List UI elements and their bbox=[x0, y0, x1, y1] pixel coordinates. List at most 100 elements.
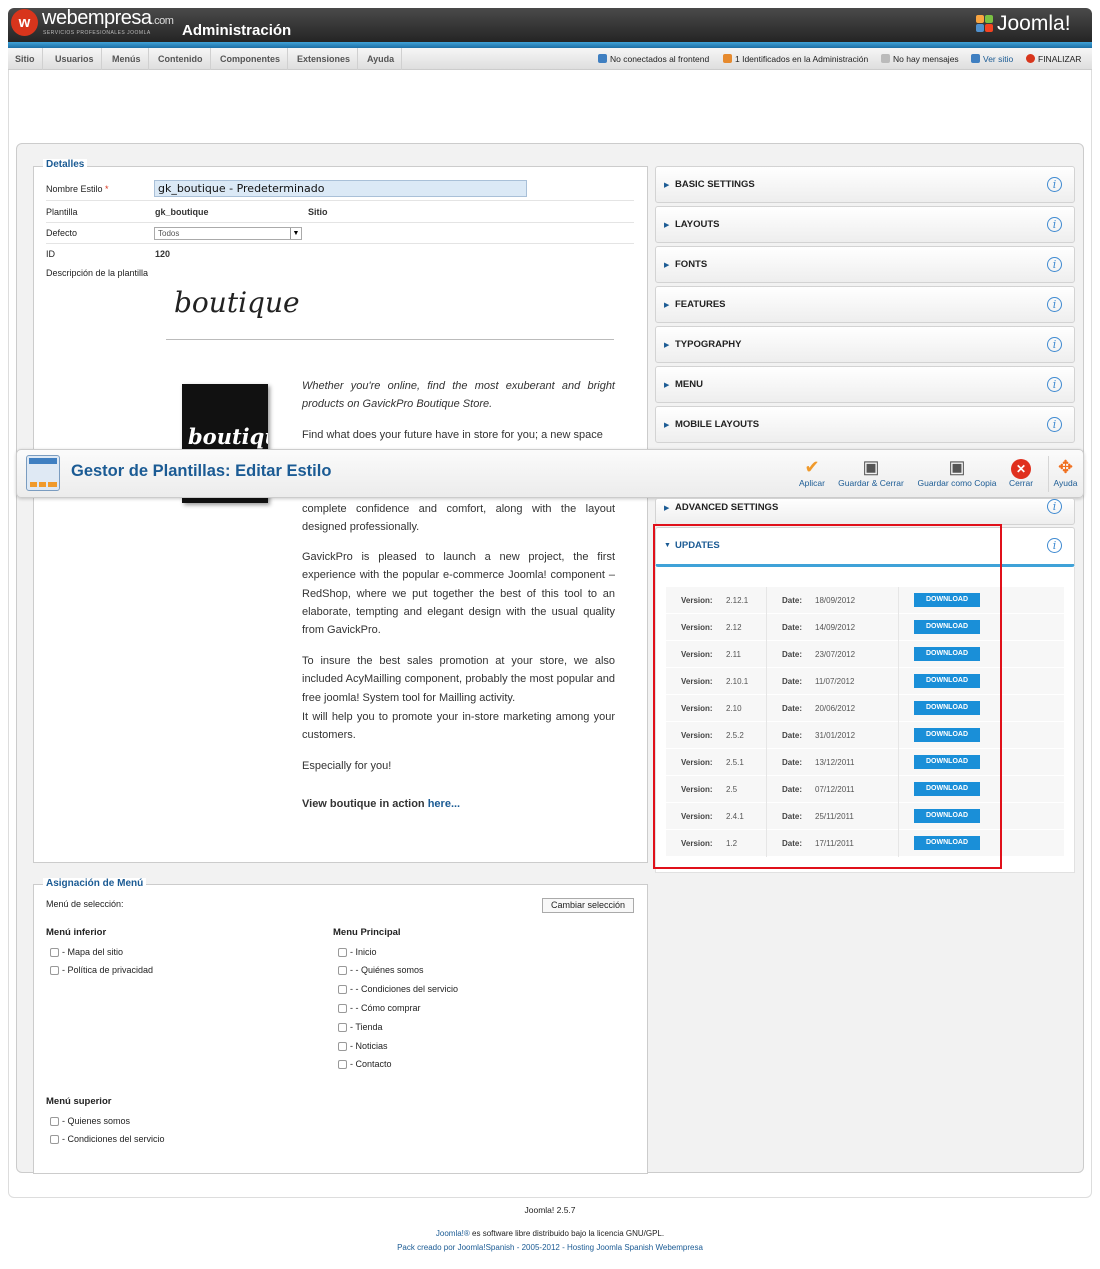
default-label: Defecto bbox=[46, 228, 78, 238]
logout-icon bbox=[1026, 54, 1035, 63]
menu-checkbox[interactable]: - Política de privacidad bbox=[50, 965, 153, 975]
description-paragraph: complete confidence and comfort, along w… bbox=[302, 503, 615, 534]
description-rule bbox=[166, 339, 614, 340]
description-label: Descripción de la plantilla bbox=[46, 268, 149, 278]
id-value: 120 bbox=[155, 249, 171, 259]
menu-checkbox[interactable]: - Condiciones del servicio bbox=[50, 1134, 165, 1144]
menu-usuarios[interactable]: Usuarios bbox=[48, 48, 102, 70]
save-close-icon: ▣ bbox=[862, 457, 880, 477]
panel-mobile-layouts[interactable]: ▶ MOBILE LAYOUTS i bbox=[655, 406, 1075, 443]
info-icon[interactable]: i bbox=[1047, 417, 1062, 432]
expand-arrow-icon: ▶ bbox=[664, 505, 670, 512]
joomla-mark-icon bbox=[976, 15, 994, 33]
panel-features[interactable]: ▶ FEATURES i bbox=[655, 286, 1075, 323]
chevron-down-icon: ▼ bbox=[290, 228, 301, 239]
menu-checkbox[interactable]: - Inicio bbox=[338, 947, 377, 957]
info-icon[interactable]: i bbox=[1047, 257, 1062, 272]
close-button[interactable]: ✕ Cerrar bbox=[1006, 456, 1036, 492]
menu-checkbox[interactable]: - Quienes somos bbox=[50, 1116, 130, 1126]
default-select[interactable]: Todos ▼ bbox=[154, 227, 302, 240]
brand-logo[interactable]: webempresa.com bbox=[42, 7, 174, 30]
id-label: ID bbox=[46, 249, 55, 259]
expand-arrow-icon: ▶ bbox=[664, 422, 670, 429]
menu-checkbox[interactable]: - Contacto bbox=[338, 1059, 392, 1069]
menu-contenido[interactable]: Contenido bbox=[151, 48, 211, 70]
view-site-link[interactable]: Ver sitio bbox=[971, 48, 1013, 70]
page-title: Administración bbox=[182, 22, 292, 39]
highlight-box bbox=[653, 524, 1002, 869]
panel-typography[interactable]: ▶ TYPOGRAPHY i bbox=[655, 326, 1075, 363]
description-paragraph: Find what does your future have in store… bbox=[302, 429, 603, 441]
expand-arrow-icon: ▶ bbox=[664, 342, 670, 349]
save-copy-icon: ▣ bbox=[948, 457, 966, 477]
expand-arrow-icon: ▶ bbox=[664, 382, 670, 389]
menu-checkbox[interactable]: - - Quiénes somos bbox=[338, 965, 424, 975]
message-icon bbox=[881, 54, 890, 63]
info-icon[interactable]: i bbox=[1047, 297, 1062, 312]
template-label: Plantilla bbox=[46, 207, 78, 217]
menu-principal-heading: Menu Principal bbox=[333, 927, 401, 938]
menu-componentes[interactable]: Componentes bbox=[213, 48, 289, 70]
menu-extensiones[interactable]: Extensiones bbox=[290, 48, 359, 70]
template-manager-icon bbox=[26, 455, 60, 491]
status-messages[interactable]: No hay mensajes bbox=[881, 48, 959, 70]
client-value: Sitio bbox=[308, 207, 328, 217]
apply-checkmark-icon: ✔ bbox=[804, 457, 820, 477]
description-paragraph: To insure the best sales promotion at yo… bbox=[302, 655, 615, 704]
style-name-label: Nombre Estilo * bbox=[46, 184, 109, 194]
description-paragraph: It will help you to promote your in-stor… bbox=[302, 711, 615, 742]
menu-checkbox[interactable]: - Noticias bbox=[338, 1041, 388, 1051]
menu-checkbox[interactable]: - - Condiciones del servicio bbox=[338, 984, 458, 994]
help-button[interactable]: ✥ Ayuda bbox=[1048, 456, 1082, 492]
divider bbox=[46, 222, 634, 223]
footer-pack-link[interactable]: Pack creado por Joomla!Spanish - 2005-20… bbox=[0, 1243, 1100, 1252]
footer-version: Joomla! 2.5.7 bbox=[524, 1205, 576, 1215]
style-name-input[interactable]: gk_boutique - Predeterminado bbox=[154, 180, 527, 197]
menu-superior-heading: Menú superior bbox=[46, 1096, 112, 1107]
logout-link[interactable]: FINALIZAR bbox=[1026, 48, 1081, 70]
menu-menus[interactable]: Menús bbox=[105, 48, 149, 70]
panel-advanced-settings[interactable]: ▶ ADVANCED SETTINGS i bbox=[655, 498, 1075, 525]
status-frontend: No conectados al frontend bbox=[598, 48, 709, 70]
menu-sitio[interactable]: Sitio bbox=[8, 48, 43, 70]
info-icon[interactable]: i bbox=[1047, 217, 1062, 232]
divider bbox=[46, 243, 634, 244]
panel-fonts[interactable]: ▶ FONTS i bbox=[655, 246, 1075, 283]
view-here-link[interactable]: here... bbox=[428, 798, 460, 810]
joomla-link[interactable]: Joomla!® bbox=[436, 1229, 470, 1238]
view-in-action: View boutique in action here... bbox=[302, 798, 461, 810]
menu-assignment-legend: Asignación de Menú bbox=[43, 878, 147, 889]
menu-checkbox[interactable]: - Mapa del sitio bbox=[50, 947, 123, 957]
expand-arrow-icon: ▶ bbox=[664, 302, 670, 309]
info-icon[interactable]: i bbox=[1047, 337, 1062, 352]
details-legend: Detalles bbox=[43, 159, 88, 170]
panel-basic-settings[interactable]: ▶ BASIC SETTINGS i bbox=[655, 166, 1075, 203]
save-copy-button[interactable]: ▣ Guardar como Copia bbox=[914, 456, 1000, 492]
description-paragraph: GavickPro is pleased to launch a new pro… bbox=[302, 551, 615, 637]
info-icon[interactable]: i bbox=[1047, 377, 1062, 392]
change-selection-button[interactable]: Cambiar selección bbox=[542, 898, 634, 913]
info-icon[interactable]: i bbox=[1047, 177, 1062, 192]
admin-menubar: Sitio Usuarios Menús Contenido Component… bbox=[8, 48, 1092, 70]
toolbar-title: Gestor de Plantillas: Editar Estilo bbox=[71, 462, 332, 480]
joomla-logo: Joomla! bbox=[976, 12, 1071, 36]
webempresa-logo-icon[interactable]: w bbox=[11, 9, 38, 36]
user-icon bbox=[598, 54, 607, 63]
admin-users-icon bbox=[723, 54, 732, 63]
save-close-button[interactable]: ▣ Guardar & Cerrar bbox=[836, 456, 906, 492]
brand-tagline: SERVICIOS PROFESIONALES JOOMLA bbox=[43, 30, 151, 36]
footer-license: Joomla!® es software libre distribuido b… bbox=[435, 1229, 665, 1238]
help-icon: ✥ bbox=[1057, 457, 1074, 477]
menu-checkbox[interactable]: - - Cómo comprar bbox=[338, 1003, 421, 1013]
panel-layouts[interactable]: ▶ LAYOUTS i bbox=[655, 206, 1075, 243]
apply-button[interactable]: ✔ Aplicar bbox=[796, 456, 828, 492]
panel-menu[interactable]: ▶ MENU i bbox=[655, 366, 1075, 403]
info-icon[interactable]: i bbox=[1047, 538, 1062, 553]
info-icon[interactable]: i bbox=[1047, 499, 1062, 514]
expand-arrow-icon: ▶ bbox=[664, 182, 670, 189]
divider bbox=[46, 200, 634, 201]
status-admin: 1 Identificados en la Administración bbox=[723, 48, 868, 70]
menu-checkbox[interactable]: - Tienda bbox=[338, 1022, 383, 1032]
template-description-title: boutique bbox=[174, 286, 300, 319]
menu-ayuda[interactable]: Ayuda bbox=[360, 48, 403, 70]
